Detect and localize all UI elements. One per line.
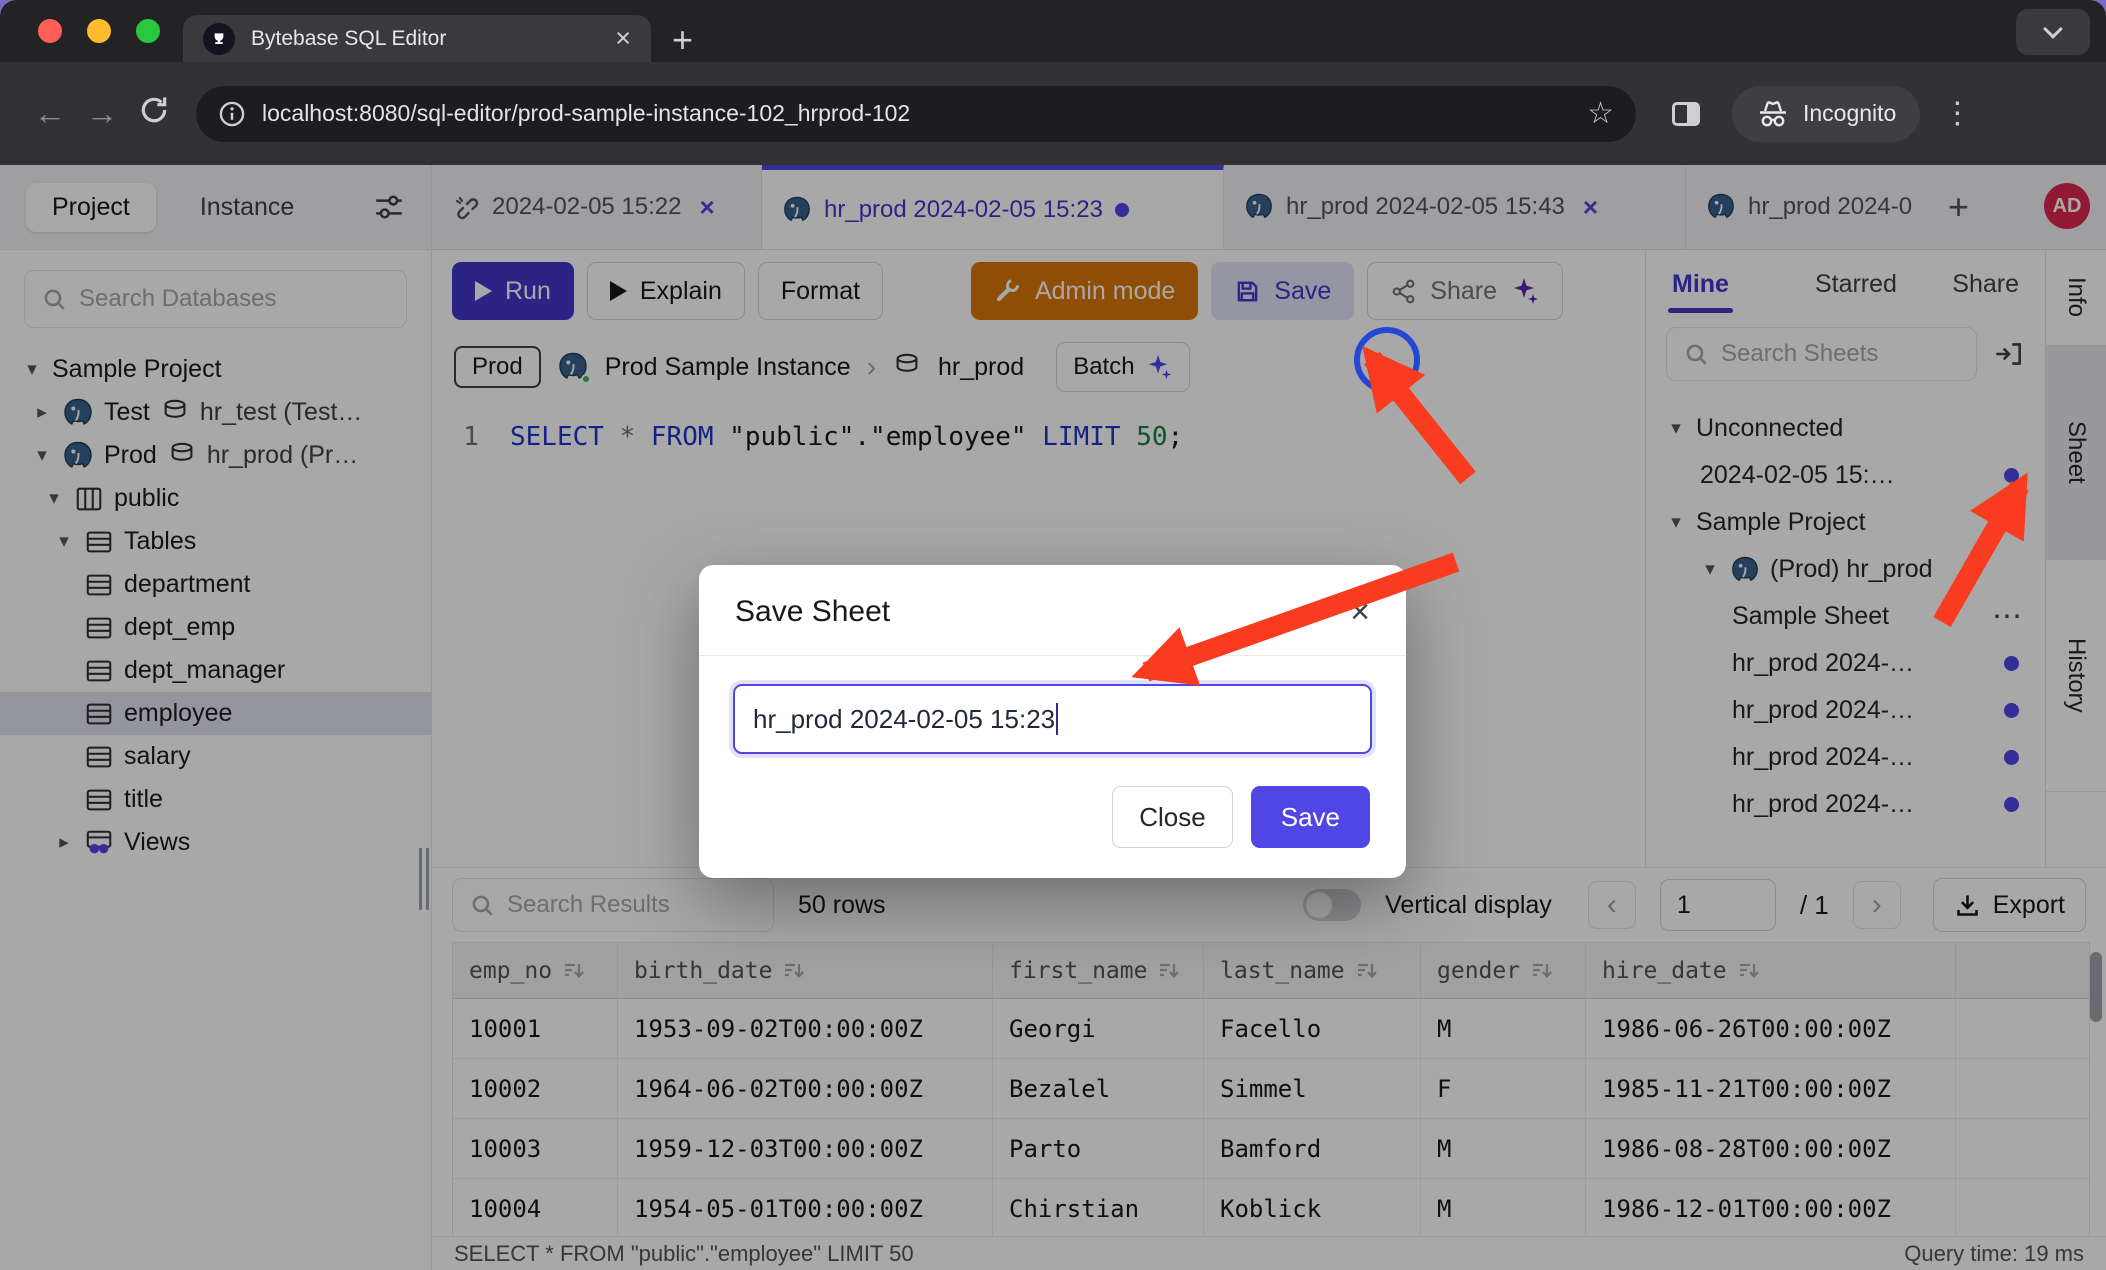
close-dialog-icon[interactable]: ×	[1350, 595, 1370, 629]
new-tab-button[interactable]: +	[672, 22, 693, 58]
text-cursor	[1056, 703, 1058, 735]
reload-button[interactable]	[128, 94, 180, 134]
side-panel-icon[interactable]	[1672, 102, 1700, 126]
bytebase-logo-icon	[203, 23, 235, 55]
address-bar[interactable]: localhost:8080/sql-editor/prod-sample-in…	[196, 86, 1636, 142]
incognito-icon	[1756, 99, 1790, 129]
forward-button[interactable]: →	[76, 95, 128, 132]
incognito-label: Incognito	[1803, 100, 1896, 127]
browser-tab-title: Bytebase SQL Editor	[251, 27, 599, 51]
close-window-button[interactable]	[38, 19, 62, 43]
bookmark-star-icon[interactable]: ☆	[1587, 96, 1614, 131]
browser-window: Bytebase SQL Editor × + ← → localhost:80…	[0, 0, 2106, 1270]
minimize-window-button[interactable]	[87, 19, 111, 43]
site-info-icon[interactable]	[218, 100, 246, 128]
chevron-down-icon	[2043, 19, 2063, 39]
browser-tab[interactable]: Bytebase SQL Editor ×	[183, 15, 651, 62]
zoom-window-button[interactable]	[136, 19, 160, 43]
dialog-save-button[interactable]: Save	[1251, 786, 1370, 848]
save-sheet-dialog: Save Sheet × hr_prod 2024-02-05 15:23 Cl…	[699, 565, 1406, 878]
sheet-name-input[interactable]: hr_prod 2024-02-05 15:23	[733, 684, 1372, 754]
url-text[interactable]: localhost:8080/sql-editor/prod-sample-in…	[262, 100, 1571, 127]
browser-navbar: ← → localhost:8080/sql-editor/prod-sampl…	[0, 62, 2106, 165]
browser-menu-icon[interactable]: ⋮	[1942, 96, 1972, 131]
back-button[interactable]: ←	[24, 95, 76, 132]
dialog-close-button[interactable]: Close	[1112, 786, 1232, 848]
dialog-title: Save Sheet	[735, 595, 890, 629]
incognito-badge: Incognito	[1732, 86, 1920, 142]
close-tab-icon[interactable]: ×	[615, 25, 631, 52]
browser-titlebar: Bytebase SQL Editor × +	[0, 0, 2106, 62]
tab-search-button[interactable]	[2016, 9, 2090, 55]
sheet-name-value: hr_prod 2024-02-05 15:23	[753, 704, 1055, 735]
